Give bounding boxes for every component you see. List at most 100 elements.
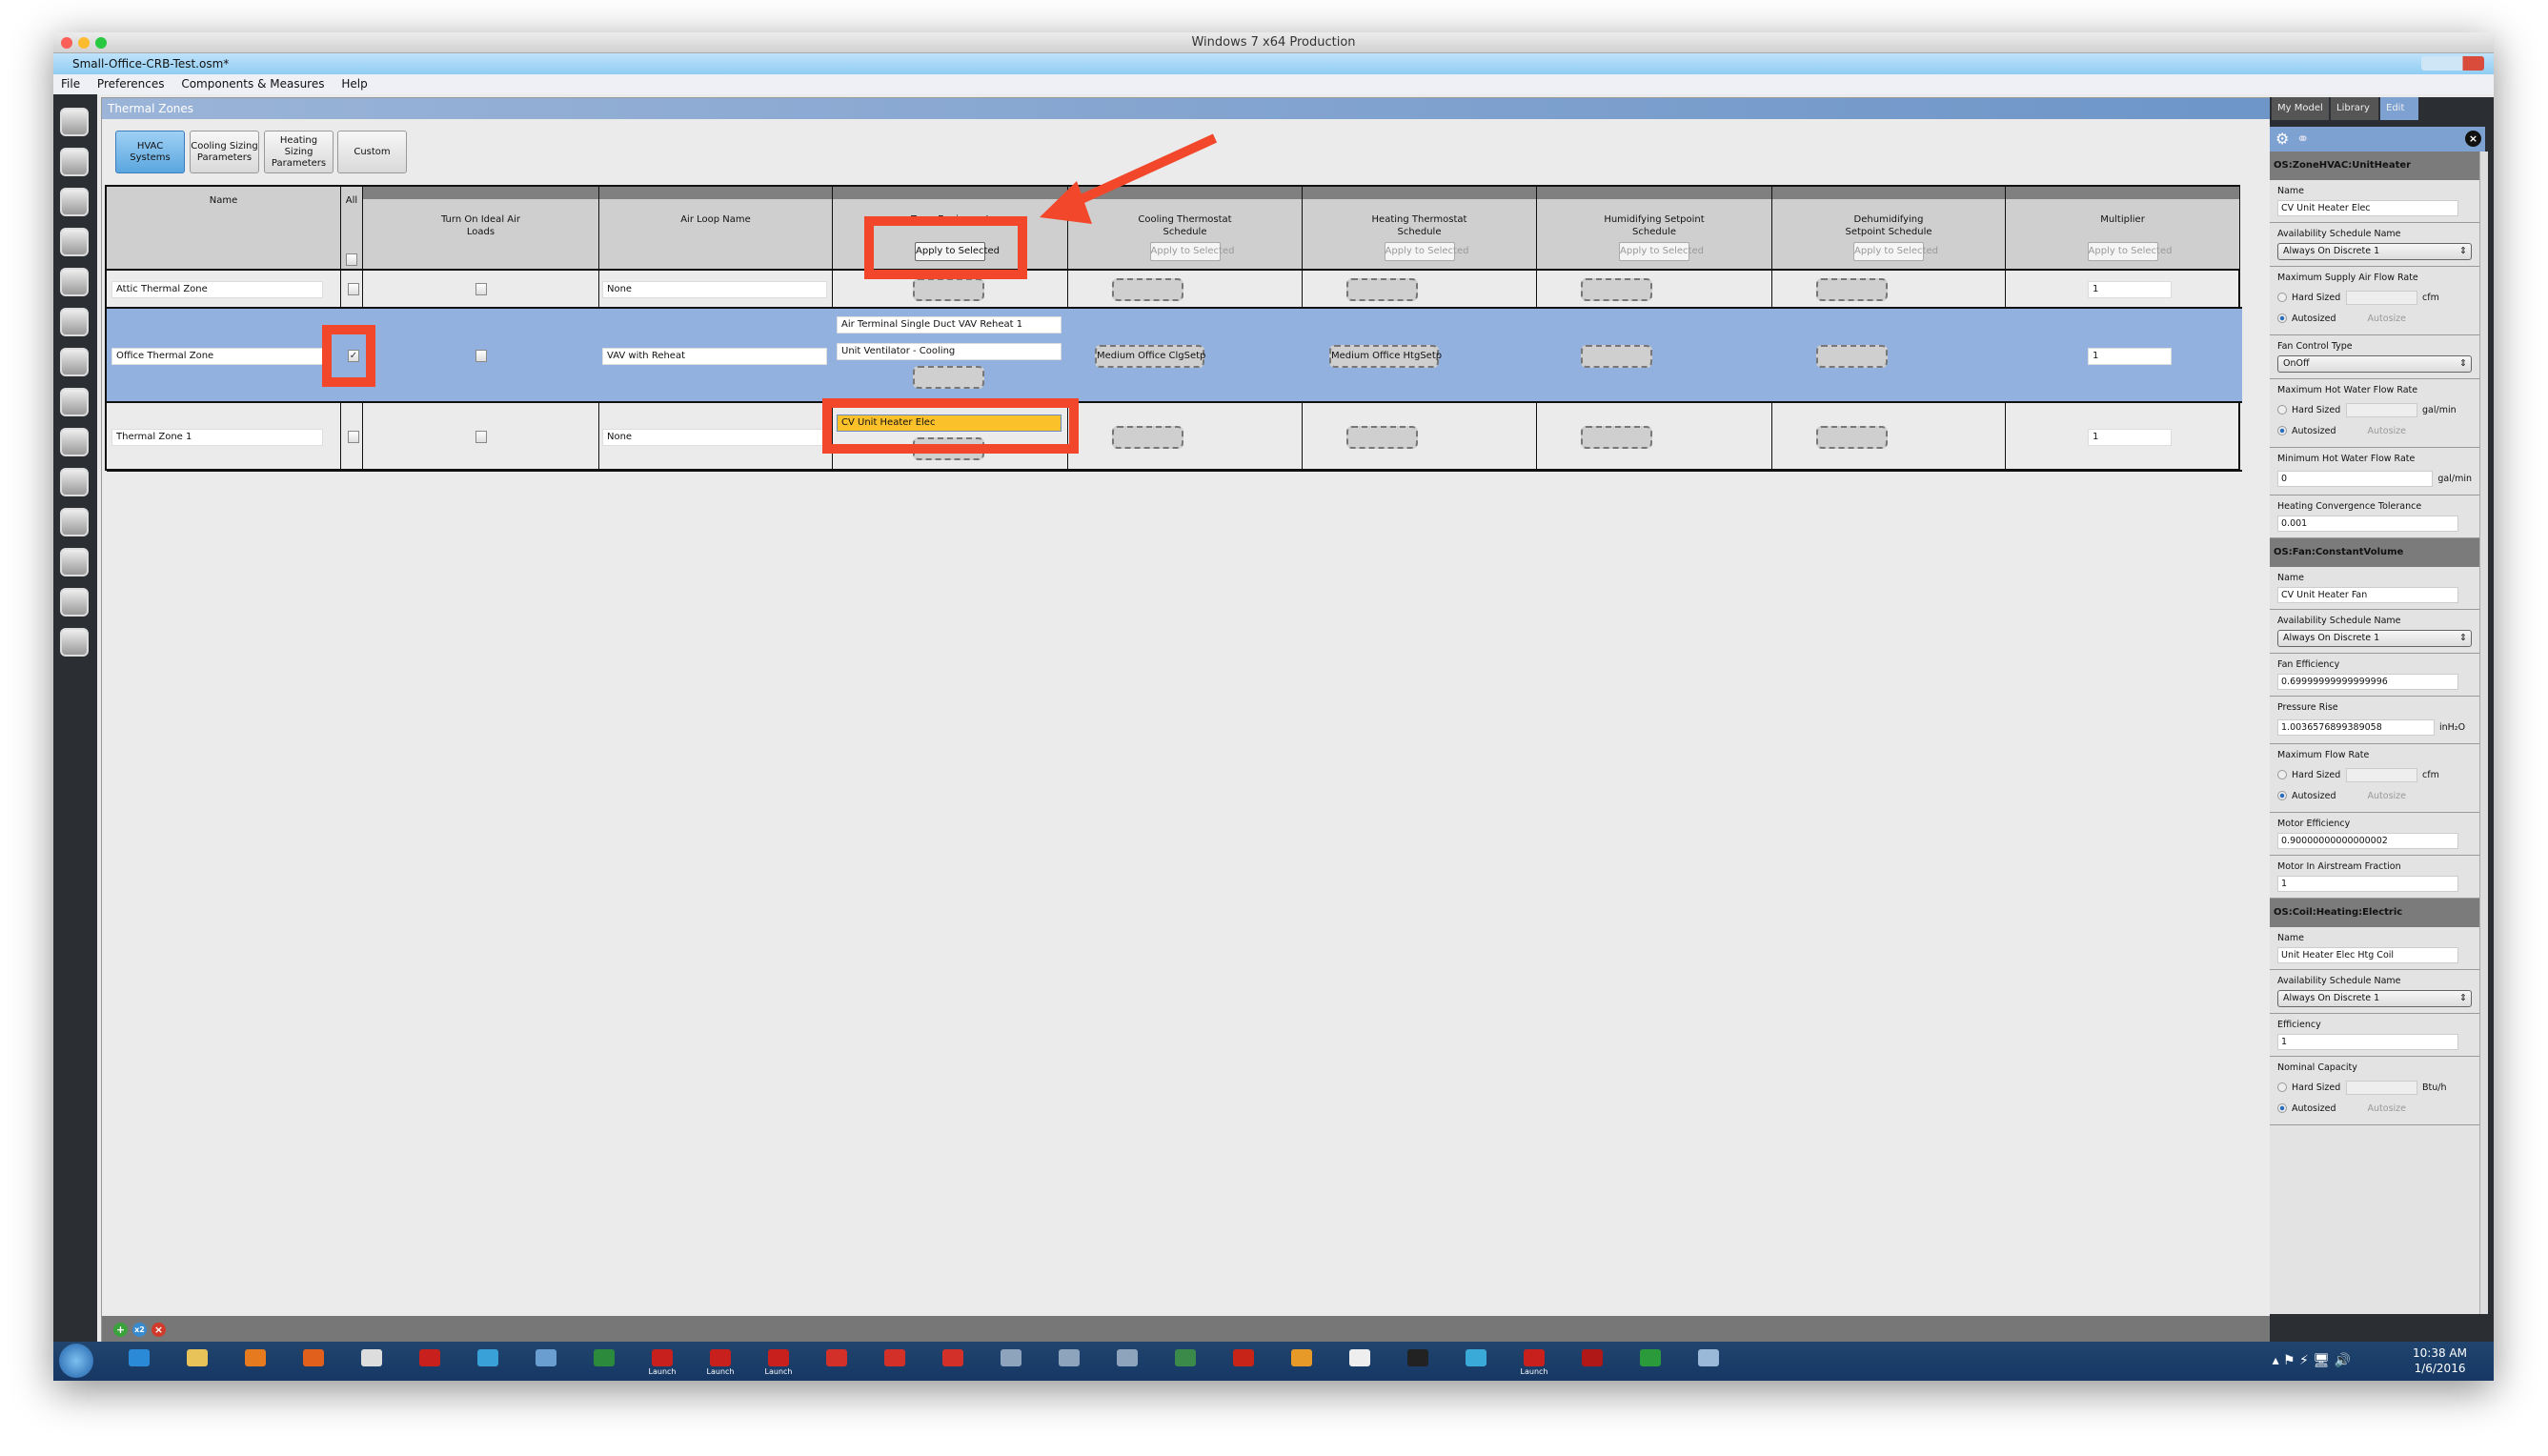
taskbar-app[interactable] [1226,1345,1261,1377]
apply-to-selected-button[interactable]: Apply to Selected [1619,242,1704,261]
taskbar-app[interactable] [529,1345,563,1377]
air-loop-field[interactable]: None [602,429,827,446]
taskbar-app[interactable] [878,1345,912,1377]
tab-library[interactable]: Library [2331,97,2378,120]
toolbar-tab-icon[interactable] [60,348,89,376]
humidifying-schedule-drop-zone[interactable] [1581,278,1652,301]
tab-custom[interactable]: Custom [337,131,407,173]
field-dropdown[interactable]: OnOff [2277,355,2472,373]
taskbar-app[interactable] [238,1345,273,1377]
taskbar-app[interactable] [1633,1345,1668,1377]
close-window-button[interactable] [61,37,72,49]
toolbar-tab-icon[interactable] [60,428,89,456]
zone-equipment-drop-zone[interactable] [913,366,984,389]
field-input[interactable]: 1.0036576899389058 [2277,718,2435,736]
hard-sized-input[interactable] [2346,290,2417,305]
gear-icon[interactable]: ⚙ [2275,130,2289,148]
field-dropdown[interactable]: Always On Discrete 1 [2277,630,2472,647]
menu-file[interactable]: File [61,77,80,91]
cooling-schedule-drop-zone[interactable] [1112,278,1183,301]
menu-components-measures[interactable]: Components & Measures [181,77,324,91]
clock[interactable]: 10:38 AM 1/6/2016 [2413,1345,2467,1376]
multiplier-field[interactable]: 1 [2088,281,2172,298]
apply-to-selected-button[interactable]: Apply to Selected [1853,242,1938,261]
dehumidifying-schedule-drop-zone[interactable] [1816,426,1888,449]
taskbar-app[interactable] [180,1345,214,1377]
start-button[interactable] [59,1344,93,1378]
tab-heating-sizing[interactable]: Heating Sizing Parameters [264,131,334,173]
autosized-radio[interactable] [2277,313,2287,323]
toolbar-tab-icon[interactable] [60,588,89,617]
zone-name-field[interactable]: Office Thermal Zone [111,347,323,365]
taskbar-app[interactable] [1343,1345,1377,1377]
dehumidifying-schedule-drop-zone[interactable] [1816,278,1888,301]
field-input[interactable]: 1 [2277,1034,2458,1050]
taskbar-app[interactable]: Launch [761,1345,796,1377]
humidifying-schedule-drop-zone[interactable] [1581,426,1652,449]
row-select-checkbox[interactable] [348,431,359,443]
toolbar-tab-icon[interactable] [60,508,89,536]
field-dropdown[interactable]: Always On Discrete 1 [2277,990,2472,1007]
taskbar-app[interactable] [994,1345,1028,1377]
tab-cooling-sizing[interactable]: Cooling Sizing Parameters [190,131,259,173]
cooling-schedule-drop-zone[interactable] [1112,426,1183,449]
close-icon[interactable]: × [2465,131,2481,147]
taskbar-app[interactable] [1691,1345,1726,1377]
zone-name-field[interactable]: Thermal Zone 1 [111,429,323,446]
field-input[interactable]: Unit Heater Elec Htg Coil [2277,947,2458,963]
taskbar-app[interactable] [471,1345,505,1377]
taskbar-app[interactable] [1401,1345,1435,1377]
hard-sized-radio[interactable] [2277,1082,2287,1092]
taskbar-app[interactable]: Launch [1517,1345,1551,1377]
field-input[interactable]: 1 [2277,876,2458,892]
zone-name-field[interactable]: Attic Thermal Zone [111,281,323,298]
field-input[interactable]: 0.90000000000000002 [2277,833,2458,849]
menu-help[interactable]: Help [341,77,367,91]
table-row[interactable]: Attic Thermal Zone None 1 [107,271,2242,309]
dehumidifying-schedule-drop-zone[interactable] [1816,344,1888,368]
table-row[interactable]: Office Thermal Zone ✓ VAV with Reheat Air T… [107,309,2242,403]
taskbar-app[interactable] [1168,1345,1203,1377]
ideal-air-loads-checkbox[interactable] [475,349,487,362]
toolbar-tab-icon[interactable] [60,388,89,416]
multiplier-field[interactable]: 1 [2088,347,2172,365]
taskbar-app[interactable] [587,1345,621,1377]
ideal-air-loads-checkbox[interactable] [475,283,487,295]
field-input[interactable]: 0.001 [2277,516,2458,532]
ideal-air-loads-checkbox[interactable] [475,431,487,443]
taskbar-app[interactable] [122,1345,156,1377]
apply-to-selected-button[interactable]: Apply to Selected [1149,242,1234,261]
select-all-checkbox[interactable] [346,253,357,266]
tab-my-model[interactable]: My Model [2272,97,2329,120]
humidifying-schedule-drop-zone[interactable] [1581,344,1652,368]
taskbar-app[interactable] [819,1345,854,1377]
hard-sized-radio[interactable] [2277,293,2287,302]
field-input[interactable]: 0 [2277,470,2434,487]
taskbar-app[interactable]: Launch [703,1345,738,1377]
taskbar-app[interactable] [1284,1345,1319,1377]
minimize-window-button[interactable] [78,37,90,49]
toolbar-tab-icon[interactable] [60,148,89,176]
add-icon[interactable]: + [113,1323,128,1337]
apply-to-selected-button[interactable]: Apply to Selected [1384,242,1468,261]
tab-edit[interactable]: Edit [2380,97,2418,120]
tray-icons[interactable]: ▴ ⚑ ⚡ 🖥 🔊 [2273,1353,2351,1368]
tab-hvac-systems[interactable]: HVAC Systems [115,131,185,173]
autosized-radio[interactable] [2277,1103,2287,1113]
taskbar-app[interactable] [354,1345,389,1377]
taskbar-app[interactable] [413,1345,447,1377]
toolbar-tab-icon[interactable] [60,108,89,136]
air-loop-field[interactable]: None [602,281,827,298]
toolbar-tab-icon[interactable] [60,268,89,296]
taskbar-app[interactable] [1052,1345,1086,1377]
heating-schedule-drop-zone[interactable] [1346,278,1418,301]
field-input[interactable]: 0.69999999999999996 [2277,674,2458,690]
zoom-window-button[interactable] [95,37,107,49]
field-dropdown[interactable]: Always On Discrete 1 [2277,243,2472,260]
toolbar-tab-icon[interactable] [60,308,89,336]
remove-icon[interactable]: × [152,1323,166,1337]
hard-sized-radio[interactable] [2277,405,2287,415]
heating-schedule-drop-zone[interactable] [1346,426,1418,449]
taskbar-app[interactable] [1459,1345,1493,1377]
zone-equipment-item[interactable]: Air Terminal Single Duct VAV Reheat 1 [837,316,1062,334]
